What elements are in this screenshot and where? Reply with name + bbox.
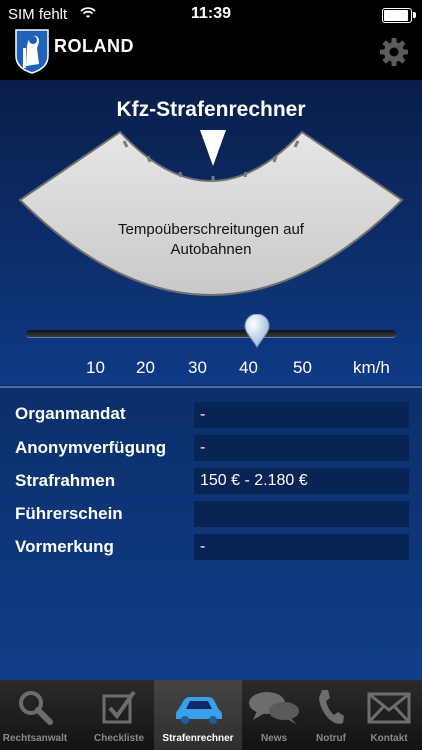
battery-fill (384, 10, 408, 21)
value-vormerkung: - (194, 534, 409, 560)
phone-icon (319, 690, 344, 724)
tab-checkliste[interactable]: Checkliste (84, 680, 154, 750)
status-bar: SIM fehlt 11:39 (0, 0, 422, 28)
tick-label-20: 20 (136, 358, 155, 377)
tab-rechtsanwalt[interactable]: Rechtsanwalt (0, 680, 70, 750)
roland-logo-icon (15, 29, 49, 74)
tick-label-40: 40 (239, 358, 258, 377)
tab-news[interactable]: News (242, 680, 306, 750)
page-title: Kfz-Strafenrechner (116, 98, 306, 121)
envelope-icon (367, 692, 411, 724)
triangle-down-icon (200, 130, 226, 166)
car-icon (176, 697, 222, 724)
battery-icon (382, 8, 416, 23)
tick-label-50: 50 (293, 358, 312, 377)
checkbox-icon (102, 690, 136, 724)
value-organmandat: - (194, 402, 409, 428)
value-anonymverfuegung: - (194, 435, 409, 461)
tab-label: Kontakt (370, 733, 408, 744)
speed-slider-knob[interactable] (244, 314, 270, 348)
tab-label: Strafenrechner (162, 733, 234, 744)
tab-label: Checkliste (93, 733, 145, 744)
tab-label: Rechtsanwalt (2, 733, 68, 744)
label-strafrahmen: Strafrahmen (15, 471, 116, 490)
label-fuehrerschein: Führerschein (15, 504, 123, 523)
magnifier-icon (19, 691, 53, 725)
label-organmandat: Organmandat (15, 404, 126, 423)
value-fuehrerschein (194, 501, 409, 527)
tick-label-10: 10 (86, 358, 105, 377)
value-strafrahmen: 150 € - 2.180 € (194, 468, 409, 494)
speech-bubbles-icon (249, 692, 299, 725)
label-vormerkung: Vormerkung (15, 537, 114, 556)
brand-name: ROLAND (54, 36, 134, 56)
unit-label: km/h (353, 358, 390, 377)
speed-slider-track[interactable] (26, 330, 396, 337)
status-time: 11:39 (190, 5, 232, 22)
tab-label: Notruf (316, 733, 346, 744)
speed-category-label: Tempoüberschreitungen auf Autobahnen (118, 221, 304, 258)
tab-label: News (260, 733, 288, 744)
tab-bar: Rechtsanwalt Checkliste Strafenrechner N… (0, 680, 422, 750)
tick-label-30: 30 (188, 358, 207, 377)
tab-kontakt[interactable]: Kontakt (356, 680, 422, 750)
tab-strafenrechner[interactable]: Strafenrechner (154, 680, 242, 750)
tab-notruf[interactable]: Notruf (306, 680, 356, 750)
app-screen: SIM fehlt 11:39 ROLAND Kfz-Strafenrechne… (0, 0, 422, 750)
nav-bar: ROLAND (0, 28, 422, 80)
label-anonymverfuegung: Anonymverfügung (15, 438, 167, 457)
gear-icon[interactable] (378, 36, 410, 68)
